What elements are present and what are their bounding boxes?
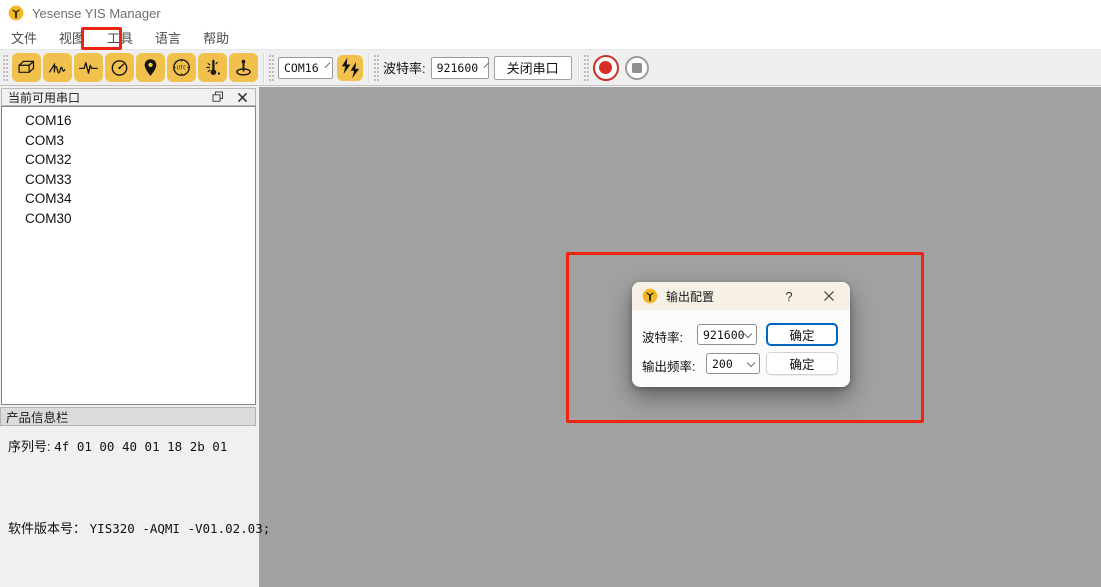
baud-rate-select[interactable]: 921600 [431,57,489,79]
utc-clock-button[interactable]: UTC [167,53,196,82]
dialog-help-button[interactable]: ? [778,289,800,304]
dialog-close-button[interactable] [818,285,840,307]
output-config-dialog: 输出配置 ? 波特率: 921600 确定 输出频率: 200 确定 [632,282,850,387]
software-version-line: 软件版本号： YIS320 -AQMI -V01.02.03; [8,518,270,537]
cube-3d-icon [16,57,37,78]
surface-pin-icon [233,57,254,78]
serial-number-value: 4f 01 00 40 01 18 2b 01 [54,439,227,454]
baud-rate-value: 921600 [437,61,479,75]
toolbar-drag-handle[interactable] [584,55,589,81]
list-item-port[interactable]: COM30 [2,209,255,229]
dialog-title-bar: 输出配置 ? [632,282,850,310]
toolbar-separator [578,53,579,83]
toolbar-separator [368,53,369,83]
refresh-ports-button[interactable] [337,55,363,81]
pulse-waveform-icon [78,57,99,78]
app-logo-icon [8,5,24,21]
product-info-header: 产品信息栏 [0,407,256,426]
menu-bar: 文件 视图 工具 语言 帮助 [0,26,1101,50]
app-window: Yesense YIS Manager 文件 视图 工具 语言 帮助 [0,0,1101,587]
svg-text:UTC: UTC [177,66,186,72]
window-title: Yesense YIS Manager [32,6,161,21]
menu-help[interactable]: 帮助 [192,25,240,50]
chevron-down-icon [747,358,755,366]
com-port-value: COM16 [284,61,319,75]
software-version-value: YIS320 -AQMI -V01.02.03; [90,521,271,536]
serial-port-list: COM16 COM3 COM32 COM33 COM34 COM30 [1,106,256,405]
float-window-icon [212,91,224,103]
dialog-freq-select[interactable]: 200 [706,353,760,374]
utc-clock-icon: UTC [171,57,192,78]
stop-button[interactable] [625,56,649,80]
pulse-waveform-button[interactable] [74,53,103,82]
dialog-baud-label: 波特率: [642,327,683,346]
cube-3d-button[interactable] [12,53,41,82]
dialog-freq-label: 输出频率: [642,356,695,375]
angle-waveform-icon [47,57,68,78]
dialog-title: 输出配置 [666,288,778,305]
list-item-port[interactable]: COM3 [2,131,255,151]
serial-ports-panel-header: 当前可用串口 [1,88,256,106]
menu-tools[interactable]: 工具 [96,25,144,50]
toolbar-separator [263,53,264,83]
float-panel-button[interactable] [211,90,225,104]
close-serial-port-button[interactable]: 关闭串口 [494,56,572,80]
record-icon [599,61,612,74]
chevron-down-icon [484,62,490,68]
toolbar-drag-handle[interactable] [269,55,274,81]
list-item-port[interactable]: COM33 [2,170,255,190]
chevron-down-icon [324,62,330,68]
list-item-port[interactable]: COM34 [2,189,255,209]
close-panel-button[interactable] [235,90,249,104]
dialog-freq-value: 200 [712,357,733,371]
location-pin-icon [140,57,161,78]
gauge-icon [109,57,130,78]
dialog-logo-icon [642,288,658,304]
menu-view[interactable]: 视图 [48,25,96,50]
list-item-port[interactable]: COM16 [2,111,255,131]
product-info-title: 产品信息栏 [6,407,69,426]
toolbar: UTC COM16 [0,50,1101,86]
thermometer-icon [202,57,223,78]
surface-pin-button[interactable] [229,53,258,82]
close-icon [823,290,835,302]
serial-number-line: 序列号: 4f 01 00 40 01 18 2b 01 [8,436,227,455]
menu-file[interactable]: 文件 [0,25,48,50]
stop-icon [632,63,642,73]
list-item-port[interactable]: COM32 [2,150,255,170]
com-port-select[interactable]: COM16 [278,57,333,79]
gauge-button[interactable] [105,53,134,82]
chevron-down-icon [744,329,752,337]
angle-waveform-button[interactable] [43,53,72,82]
title-bar: Yesense YIS Manager [0,0,1101,26]
confirm-freq-button[interactable]: 确定 [766,352,838,375]
refresh-lightning-icon [337,55,363,81]
close-icon [237,92,248,103]
dialog-baud-value: 921600 [703,328,745,342]
temperature-button[interactable] [198,53,227,82]
dialog-baud-select[interactable]: 921600 [697,324,757,345]
location-button[interactable] [136,53,165,82]
menu-language[interactable]: 语言 [144,25,192,50]
record-button[interactable] [593,55,619,81]
software-version-label: 软件版本号： [8,521,86,536]
baud-rate-label: 波特率: [383,58,426,77]
toolbar-drag-handle[interactable] [3,55,8,81]
confirm-baud-button[interactable]: 确定 [766,323,838,346]
serial-number-label: 序列号: [8,439,51,454]
toolbar-drag-handle[interactable] [374,55,379,81]
serial-ports-panel-title: 当前可用串口 [8,89,201,106]
